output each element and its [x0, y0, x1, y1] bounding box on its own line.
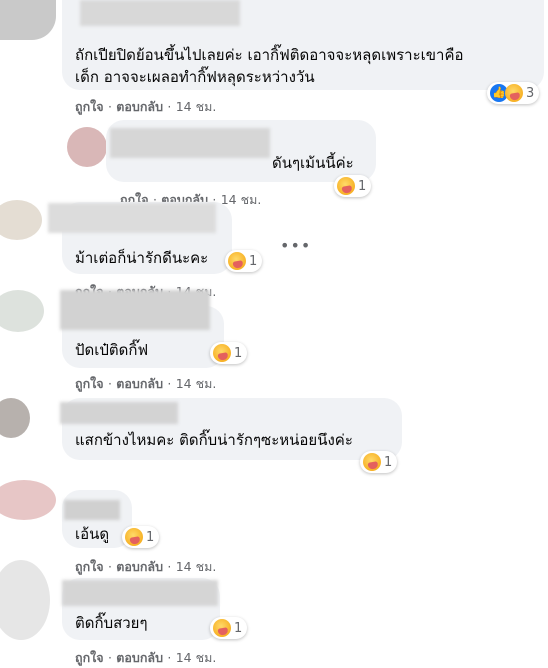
- author-name-redacted[interactable]: [62, 580, 218, 606]
- reaction-summary[interactable]: 1: [360, 451, 398, 473]
- comment-text: แสกข้างไหมคะ ติดกิ๊บน่ารักๆซะหน่อยนึงค่ะ: [75, 431, 353, 449]
- timestamp[interactable]: 14 ชม.: [176, 99, 217, 114]
- author-name-redacted[interactable]: [60, 290, 210, 330]
- comment-text: ติดกิ๊บสวยๆ: [75, 614, 148, 632]
- like-button[interactable]: ถูกใจ: [75, 650, 104, 665]
- reaction-summary[interactable]: 1: [334, 175, 372, 197]
- reply-button[interactable]: ตอบกลับ: [116, 376, 163, 391]
- care-hug-icon: [213, 619, 231, 637]
- reaction-count: 1: [249, 253, 258, 269]
- reaction-summary[interactable]: 1: [210, 342, 248, 364]
- comment-actions: ถูกใจ · ตอบกลับ · 14 ชม.: [75, 99, 217, 114]
- author-name-redacted[interactable]: [110, 128, 270, 158]
- care-hug-icon: [337, 177, 355, 195]
- avatar[interactable]: [0, 290, 44, 332]
- comment-text: ปัดเป๋ติดกิ๊ฟ: [75, 341, 149, 359]
- reaction-count: 1: [146, 529, 155, 545]
- more-options-icon[interactable]: •••: [280, 236, 311, 255]
- avatar[interactable]: [0, 200, 42, 240]
- comment-text: เอ้นดู: [75, 525, 110, 543]
- reply-button[interactable]: ตอบกลับ: [116, 650, 163, 665]
- author-name-redacted[interactable]: [64, 500, 120, 520]
- comment-text-line-2: เด็ก อาจจะเผลอทำกิ๊ฟหลุดระหว่างวัน: [75, 68, 315, 86]
- avatar[interactable]: [0, 480, 56, 520]
- avatar[interactable]: [67, 127, 107, 167]
- avatar[interactable]: [0, 398, 30, 438]
- care-hug-icon: [363, 453, 381, 471]
- avatar[interactable]: [0, 0, 56, 40]
- author-name-redacted[interactable]: [60, 402, 178, 424]
- care-hug-icon: [213, 344, 231, 362]
- reply-button[interactable]: ตอบกลับ: [116, 99, 163, 114]
- reaction-count: 3: [526, 85, 535, 101]
- reaction-count: 1: [234, 620, 243, 636]
- author-name-redacted[interactable]: [80, 0, 240, 26]
- reaction-count: 1: [358, 178, 367, 194]
- author-name-redacted[interactable]: [48, 203, 216, 233]
- like-button[interactable]: ถูกใจ: [75, 559, 104, 574]
- reaction-count: 1: [234, 345, 243, 361]
- reply-button[interactable]: ตอบกลับ: [116, 559, 163, 574]
- care-hug-icon: [505, 84, 523, 102]
- like-button[interactable]: ถูกใจ: [75, 99, 104, 114]
- reaction-summary[interactable]: 👍 3: [487, 82, 540, 104]
- care-hug-icon: [228, 252, 246, 270]
- comment-actions: ถูกใจ · ตอบกลับ · 14 ชม.: [75, 376, 217, 391]
- reaction-summary[interactable]: 1: [225, 250, 263, 272]
- comment-text-line-1: ถักเปียปิดย้อนขึ้นไปเลยค่ะ เอากิ๊ฟติดอาจ…: [75, 46, 464, 64]
- timestamp[interactable]: 14 ชม.: [221, 192, 262, 207]
- comment-actions: ถูกใจ · ตอบกลับ · 14 ชม.: [75, 559, 217, 574]
- reaction-summary[interactable]: 1: [210, 617, 248, 639]
- timestamp[interactable]: 14 ชม.: [176, 376, 217, 391]
- timestamp[interactable]: 14 ชม.: [176, 559, 217, 574]
- avatar[interactable]: [0, 560, 50, 640]
- care-hug-icon: [125, 528, 143, 546]
- comment-text: ดันๆเม้นนี้ค่ะ: [272, 154, 354, 172]
- reaction-summary[interactable]: 1: [122, 526, 160, 548]
- comment-text: ม้าเต่อก็น่ารักดีนะคะ: [75, 249, 209, 267]
- like-button[interactable]: ถูกใจ: [75, 376, 104, 391]
- timestamp[interactable]: 14 ชม.: [176, 650, 217, 665]
- reaction-count: 1: [384, 454, 393, 470]
- comment-actions: ถูกใจ · ตอบกลับ · 14 ชม.: [75, 650, 217, 665]
